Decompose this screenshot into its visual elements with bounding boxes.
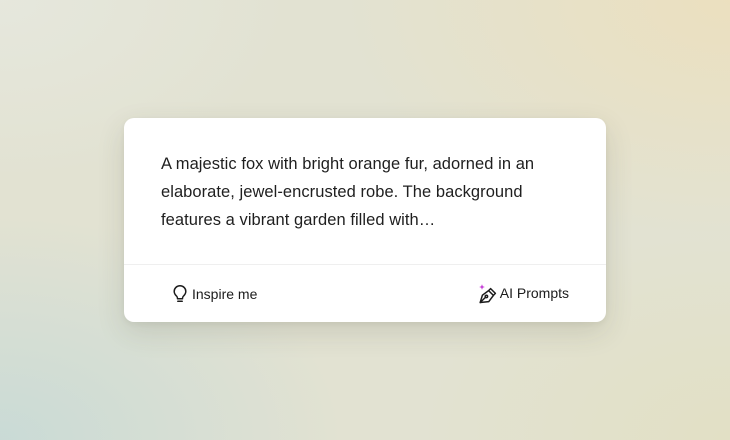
card-divider	[124, 264, 606, 265]
ai-prompts-label: AI Prompts	[499, 285, 569, 301]
inspire-me-button[interactable]: Inspire me	[171, 284, 257, 304]
prompt-card: A majestic fox with bright orange fur, a…	[124, 118, 606, 322]
ai-prompts-button[interactable]: AI Prompts	[477, 282, 569, 304]
prompt-text[interactable]: A majestic fox with bright orange fur, a…	[161, 150, 571, 234]
inspire-me-label: Inspire me	[192, 286, 258, 302]
pen-sparkle-icon	[477, 282, 497, 304]
lightbulb-icon	[171, 284, 189, 304]
